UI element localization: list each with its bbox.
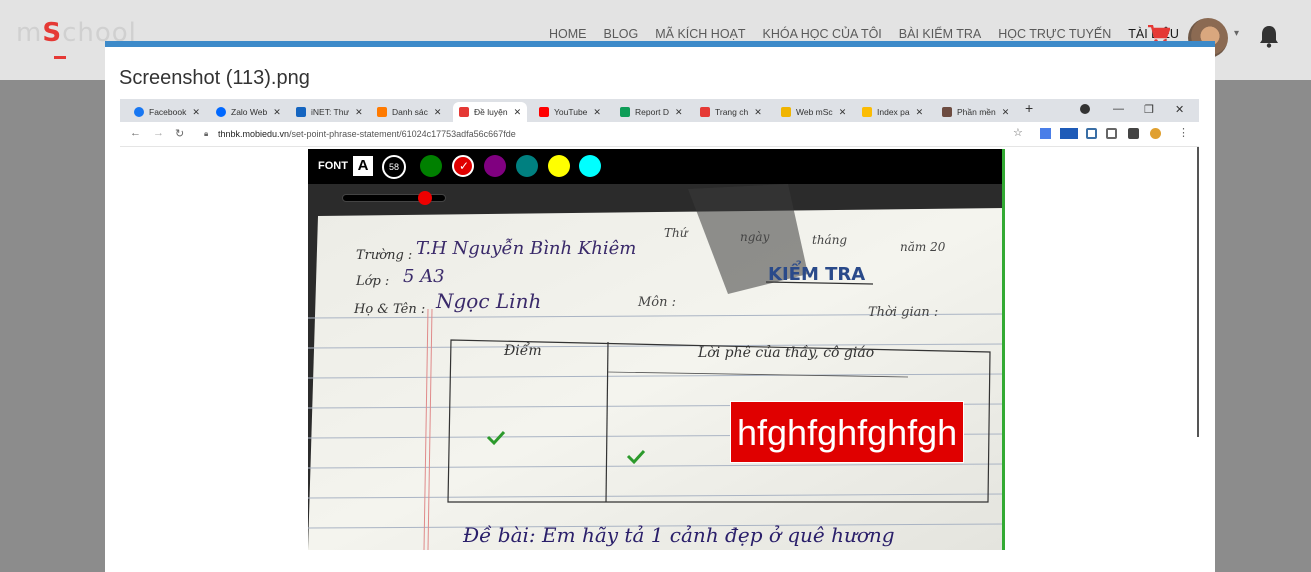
- close-icon[interactable]: ✕: [675, 107, 683, 118]
- address-bar: ← → ↻ 🔒︎ thnbk.mobiedu.vn/set-point-phra…: [120, 122, 1199, 147]
- close-icon[interactable]: ✕: [754, 107, 762, 118]
- comment-header: Lời phê của thầy, cô giáo: [698, 345, 875, 361]
- modal-title: Screenshot (113).png: [119, 67, 310, 89]
- drawing-canvas[interactable]: FONT A 58 ✓ Trường: T.H Nguyễn Bình Khi…: [308, 149, 1005, 550]
- menu-icon[interactable]: ⋮: [1178, 126, 1189, 139]
- bell-icon[interactable]: [1258, 24, 1280, 48]
- inet-icon: [296, 107, 306, 117]
- browser-tab-inet[interactable]: iNET: Thư ✕: [296, 102, 363, 122]
- score-header: Điểm: [504, 343, 542, 359]
- subject-label: Môn :: [638, 295, 677, 310]
- browser-tab-trang-chu[interactable]: Trang ch ✕: [700, 102, 762, 122]
- color-swatch-purple[interactable]: [484, 155, 506, 177]
- close-icon[interactable]: ✕: [192, 107, 200, 118]
- font-button[interactable]: A: [353, 156, 373, 176]
- profile-icon[interactable]: [1080, 104, 1090, 114]
- close-window-button[interactable]: ✕: [1175, 103, 1184, 116]
- browser-tab-facebook[interactable]: Facebook ✕: [134, 102, 200, 122]
- lock-icon: 🔒︎: [204, 129, 209, 138]
- youtube-icon: [539, 107, 549, 117]
- color-swatch-cyan[interactable]: [579, 155, 601, 177]
- scrollbar[interactable]: [1197, 147, 1199, 437]
- reload-icon[interactable]: ↻: [175, 127, 184, 140]
- close-icon[interactable]: ✕: [355, 107, 363, 118]
- exam-heading: KIỂM TRA: [768, 264, 866, 285]
- font-label: FONT: [318, 160, 348, 172]
- doc-icon: [459, 107, 469, 117]
- star-icon[interactable]: ☆: [1013, 126, 1023, 139]
- logo-underline: [54, 56, 66, 59]
- sheets-icon: [620, 107, 630, 117]
- close-icon[interactable]: ✕: [514, 107, 522, 118]
- color-swatch-teal[interactable]: [516, 155, 538, 177]
- zalo-icon: [216, 107, 226, 117]
- nav-home[interactable]: HOME: [549, 27, 587, 41]
- close-icon[interactable]: ✕: [434, 107, 442, 118]
- extension-avatar-icon[interactable]: [1150, 128, 1161, 139]
- font-size-button[interactable]: 58: [382, 155, 406, 179]
- main-nav: HOME BLOG MÃ KÍCH HOẠT KHÓA HỌC CỦA TÔI …: [549, 27, 1179, 41]
- forward-icon[interactable]: →: [153, 127, 164, 139]
- time-label: Thời gian :: [868, 305, 939, 320]
- web-icon: [781, 107, 791, 117]
- browser-tab-danh-sach[interactable]: Danh sác ✕: [377, 102, 441, 122]
- nav-my-courses[interactable]: KHÓA HỌC CỦA TÔI: [763, 27, 882, 41]
- nav-activation-code[interactable]: MÃ KÍCH HOẠT: [655, 27, 745, 41]
- list-icon: [377, 107, 387, 117]
- class-label: Lớp :: [356, 274, 390, 289]
- class-value: 5 A3: [403, 266, 445, 287]
- chevron-down-icon[interactable]: ▾: [1234, 28, 1239, 39]
- screenshot-image: Facebook ✕ Zalo Web ✕ iNET: Thư ✕ Danh sác ✕…: [120, 99, 1199, 550]
- browser-tab-index[interactable]: Index pa ✕: [862, 102, 923, 122]
- doc-icon: [700, 107, 710, 117]
- color-swatch-red[interactable]: ✓: [452, 155, 474, 177]
- app-icon: [942, 107, 952, 117]
- url-input[interactable]: thnbk.mobiedu.vn/set-point-phrase-statem…: [218, 129, 516, 139]
- school-label: Trường :: [356, 248, 413, 263]
- browser-tab-phan-mem[interactable]: Phần mền ✕: [942, 102, 1009, 122]
- nav-tests[interactable]: BÀI KIỂM TRA: [899, 27, 981, 41]
- school-value: T.H Nguyễn Bình Khiêm: [416, 238, 637, 259]
- back-icon[interactable]: ←: [130, 127, 141, 139]
- close-icon[interactable]: ✕: [273, 107, 281, 118]
- close-icon[interactable]: ✕: [839, 107, 847, 118]
- browser-tab-report[interactable]: Report D ✕: [620, 102, 683, 122]
- date-thu: Thứ: [664, 226, 688, 240]
- camera-icon[interactable]: [1106, 128, 1117, 139]
- exam-prompt: Đề bài: Em hãy tả 1 cảnh đẹp ở quê hương: [463, 523, 895, 547]
- exam-paper-photo: [308, 184, 1005, 550]
- annotation-toolbar: FONT A 58 ✓: [308, 149, 1005, 184]
- minimize-button[interactable]: —: [1113, 103, 1124, 115]
- cast-icon[interactable]: [1086, 128, 1097, 139]
- browser-tab-de-luyen[interactable]: Đề luyện ✕: [453, 102, 528, 122]
- close-icon[interactable]: ✕: [916, 107, 924, 118]
- nav-blog[interactable]: BLOG: [604, 27, 639, 41]
- color-swatch-yellow[interactable]: [548, 155, 570, 177]
- drive-icon: [862, 107, 872, 117]
- close-icon[interactable]: ✕: [1002, 107, 1010, 118]
- close-icon[interactable]: ✕: [593, 107, 601, 118]
- maximize-button[interactable]: ❐: [1144, 103, 1154, 116]
- translate-icon[interactable]: [1040, 128, 1051, 139]
- name-label: Họ & Tên :: [354, 302, 426, 317]
- nav-online-learning[interactable]: HỌC TRỰC TUYẾN: [998, 27, 1111, 41]
- color-swatch-green[interactable]: [420, 155, 442, 177]
- extensions-icon[interactable]: [1128, 128, 1139, 139]
- name-value: Ngọc Linh: [436, 289, 542, 313]
- browser-tab-youtube[interactable]: YouTube ✕: [539, 102, 601, 122]
- facebook-icon: [134, 107, 144, 117]
- browser-tabbar: Facebook ✕ Zalo Web ✕ iNET: Thư ✕ Danh sác ✕…: [120, 99, 1199, 122]
- new-tab-button[interactable]: +: [1025, 100, 1033, 116]
- annotation-text-box[interactable]: hfghfghfghfgh: [730, 401, 965, 463]
- date-thang: tháng: [812, 233, 848, 247]
- browser-tab-web-mschool[interactable]: Web mSc ✕: [781, 102, 846, 122]
- browser-tab-zalo[interactable]: Zalo Web ✕: [216, 102, 281, 122]
- date-ngay: ngày: [740, 230, 770, 244]
- date-nam: năm 20: [900, 240, 946, 254]
- check-icon: ✓: [459, 159, 470, 173]
- copy-extension-icon[interactable]: [1060, 128, 1078, 139]
- canvas-edge: [1002, 149, 1005, 550]
